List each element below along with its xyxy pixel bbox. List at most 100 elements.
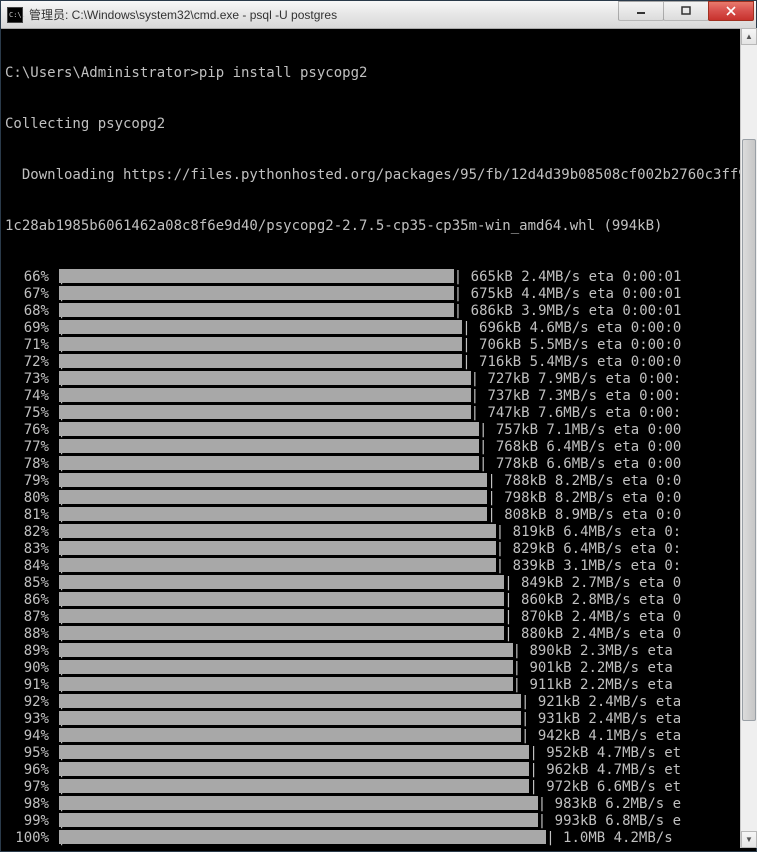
bar-separator: | bbox=[49, 660, 59, 677]
bar-separator-end: | bbox=[471, 388, 488, 405]
progress-bar-fill bbox=[59, 745, 529, 759]
scrollbar-track[interactable] bbox=[741, 45, 757, 831]
bar-separator: | bbox=[49, 456, 59, 473]
progress-stats: 798kB 8.2MB/s eta 0:0 bbox=[504, 490, 681, 507]
bar-separator: | bbox=[49, 813, 59, 830]
progress-line: 87% || 870kB 2.4MB/s eta 0 bbox=[5, 609, 756, 626]
bar-separator: | bbox=[49, 524, 59, 541]
bar-separator: | bbox=[49, 796, 59, 813]
scrollbar-thumb[interactable] bbox=[742, 139, 756, 721]
progress-percent: 85% bbox=[5, 575, 49, 592]
progress-stats: 757kB 7.1MB/s eta 0:00 bbox=[496, 422, 681, 439]
bar-separator: | bbox=[49, 694, 59, 711]
console-output[interactable]: C:\Users\Administrator>pip install psyco… bbox=[1, 29, 756, 851]
bar-separator-end: | bbox=[529, 745, 546, 762]
maximize-button[interactable] bbox=[663, 1, 709, 21]
progress-line: 71% || 706kB 5.5MB/s eta 0:00:0 bbox=[5, 337, 756, 354]
close-button[interactable] bbox=[708, 1, 754, 21]
progress-stats: 962kB 4.7MB/s et bbox=[546, 762, 681, 779]
bar-separator-end: | bbox=[513, 660, 530, 677]
progress-bar-fill bbox=[59, 711, 521, 725]
progress-percent: 91% bbox=[5, 677, 49, 694]
progress-bar-fill bbox=[59, 643, 513, 657]
bar-separator: | bbox=[49, 286, 59, 303]
scroll-up-button[interactable]: ▲ bbox=[741, 28, 757, 45]
progress-stats: 942kB 4.1MB/s eta bbox=[538, 728, 681, 745]
window-title: 管理员: C:\Windows\system32\cmd.exe - psql … bbox=[29, 6, 619, 23]
progress-bar-fill bbox=[59, 660, 513, 674]
progress-block: 66% || 665kB 2.4MB/s eta 0:00:0167% || 6… bbox=[5, 269, 756, 847]
progress-line: 98% || 983kB 6.2MB/s e bbox=[5, 796, 756, 813]
progress-percent: 99% bbox=[5, 813, 49, 830]
progress-line: 69% || 696kB 4.6MB/s eta 0:00:0 bbox=[5, 320, 756, 337]
progress-line: 82% || 819kB 6.4MB/s eta 0: bbox=[5, 524, 756, 541]
progress-bar-fill bbox=[59, 592, 504, 606]
progress-percent: 75% bbox=[5, 405, 49, 422]
bar-separator-end: | bbox=[504, 609, 521, 626]
progress-bar-fill bbox=[59, 269, 454, 283]
titlebar[interactable]: C:\. 管理员: C:\Windows\system32\cmd.exe - … bbox=[1, 1, 756, 29]
progress-percent: 81% bbox=[5, 507, 49, 524]
progress-stats: 716kB 5.4MB/s eta 0:00:0 bbox=[479, 354, 681, 371]
progress-bar-fill bbox=[59, 320, 462, 334]
progress-line: 88% || 880kB 2.4MB/s eta 0 bbox=[5, 626, 756, 643]
progress-line: 74% || 737kB 7.3MB/s eta 0:00: bbox=[5, 388, 756, 405]
bar-separator-end: | bbox=[529, 779, 546, 796]
progress-line: 66% || 665kB 2.4MB/s eta 0:00:01 bbox=[5, 269, 756, 286]
progress-percent: 79% bbox=[5, 473, 49, 490]
progress-line: 96% || 962kB 4.7MB/s et bbox=[5, 762, 756, 779]
progress-stats: 737kB 7.3MB/s eta 0:00: bbox=[487, 388, 681, 405]
bar-separator: | bbox=[49, 371, 59, 388]
progress-percent: 89% bbox=[5, 643, 49, 660]
progress-line: 90% || 901kB 2.2MB/s eta bbox=[5, 660, 756, 677]
bar-separator: | bbox=[49, 422, 59, 439]
progress-stats: 860kB 2.8MB/s eta 0 bbox=[521, 592, 681, 609]
progress-line: 81% || 808kB 8.9MB/s eta 0:0 bbox=[5, 507, 756, 524]
progress-percent: 98% bbox=[5, 796, 49, 813]
progress-percent: 97% bbox=[5, 779, 49, 796]
progress-line: 99% || 993kB 6.8MB/s e bbox=[5, 813, 756, 830]
progress-percent: 84% bbox=[5, 558, 49, 575]
bar-separator-end: | bbox=[471, 371, 488, 388]
progress-bar-fill bbox=[59, 728, 521, 742]
progress-percent: 92% bbox=[5, 694, 49, 711]
scroll-down-button[interactable]: ▼ bbox=[741, 831, 757, 848]
bar-separator: | bbox=[49, 303, 59, 320]
progress-stats: 870kB 2.4MB/s eta 0 bbox=[521, 609, 681, 626]
bar-separator: | bbox=[49, 728, 59, 745]
bar-separator: | bbox=[49, 745, 59, 762]
bar-separator: | bbox=[49, 592, 59, 609]
chevron-down-icon: ▼ bbox=[745, 835, 753, 844]
progress-stats: 808kB 8.9MB/s eta 0:0 bbox=[504, 507, 681, 524]
progress-stats: 931kB 2.4MB/s eta bbox=[538, 711, 681, 728]
progress-line: 85% || 849kB 2.7MB/s eta 0 bbox=[5, 575, 756, 592]
progress-line: 67% || 675kB 4.4MB/s eta 0:00:01 bbox=[5, 286, 756, 303]
bar-separator-end: | bbox=[496, 541, 513, 558]
bar-separator: | bbox=[49, 337, 59, 354]
progress-line: 68% || 686kB 3.9MB/s eta 0:00:01 bbox=[5, 303, 756, 320]
progress-bar-fill bbox=[59, 694, 521, 708]
progress-bar-fill bbox=[59, 796, 538, 810]
bar-separator: | bbox=[49, 320, 59, 337]
progress-percent: 69% bbox=[5, 320, 49, 337]
bar-separator-end: | bbox=[521, 728, 538, 745]
bar-separator: | bbox=[49, 473, 59, 490]
bar-separator-end: | bbox=[454, 269, 471, 286]
progress-stats: 890kB 2.3MB/s eta bbox=[529, 643, 681, 660]
progress-percent: 73% bbox=[5, 371, 49, 388]
collecting-line: Collecting psycopg2 bbox=[5, 116, 756, 133]
minimize-icon bbox=[636, 6, 646, 16]
progress-stats: 665kB 2.4MB/s eta 0:00:01 bbox=[471, 269, 682, 286]
progress-line: 72% || 716kB 5.4MB/s eta 0:00:0 bbox=[5, 354, 756, 371]
vertical-scrollbar[interactable]: ▲ ▼ bbox=[740, 28, 757, 848]
progress-bar-fill bbox=[59, 456, 479, 470]
progress-line: 100% || 1.0MB 4.2MB/s bbox=[5, 830, 756, 847]
minimize-button[interactable] bbox=[618, 1, 664, 21]
progress-percent: 95% bbox=[5, 745, 49, 762]
progress-percent: 86% bbox=[5, 592, 49, 609]
progress-percent: 100% bbox=[5, 830, 49, 847]
bar-separator-end: | bbox=[462, 354, 479, 371]
progress-percent: 96% bbox=[5, 762, 49, 779]
progress-stats: 696kB 4.6MB/s eta 0:00:0 bbox=[479, 320, 681, 337]
close-icon bbox=[726, 6, 736, 16]
